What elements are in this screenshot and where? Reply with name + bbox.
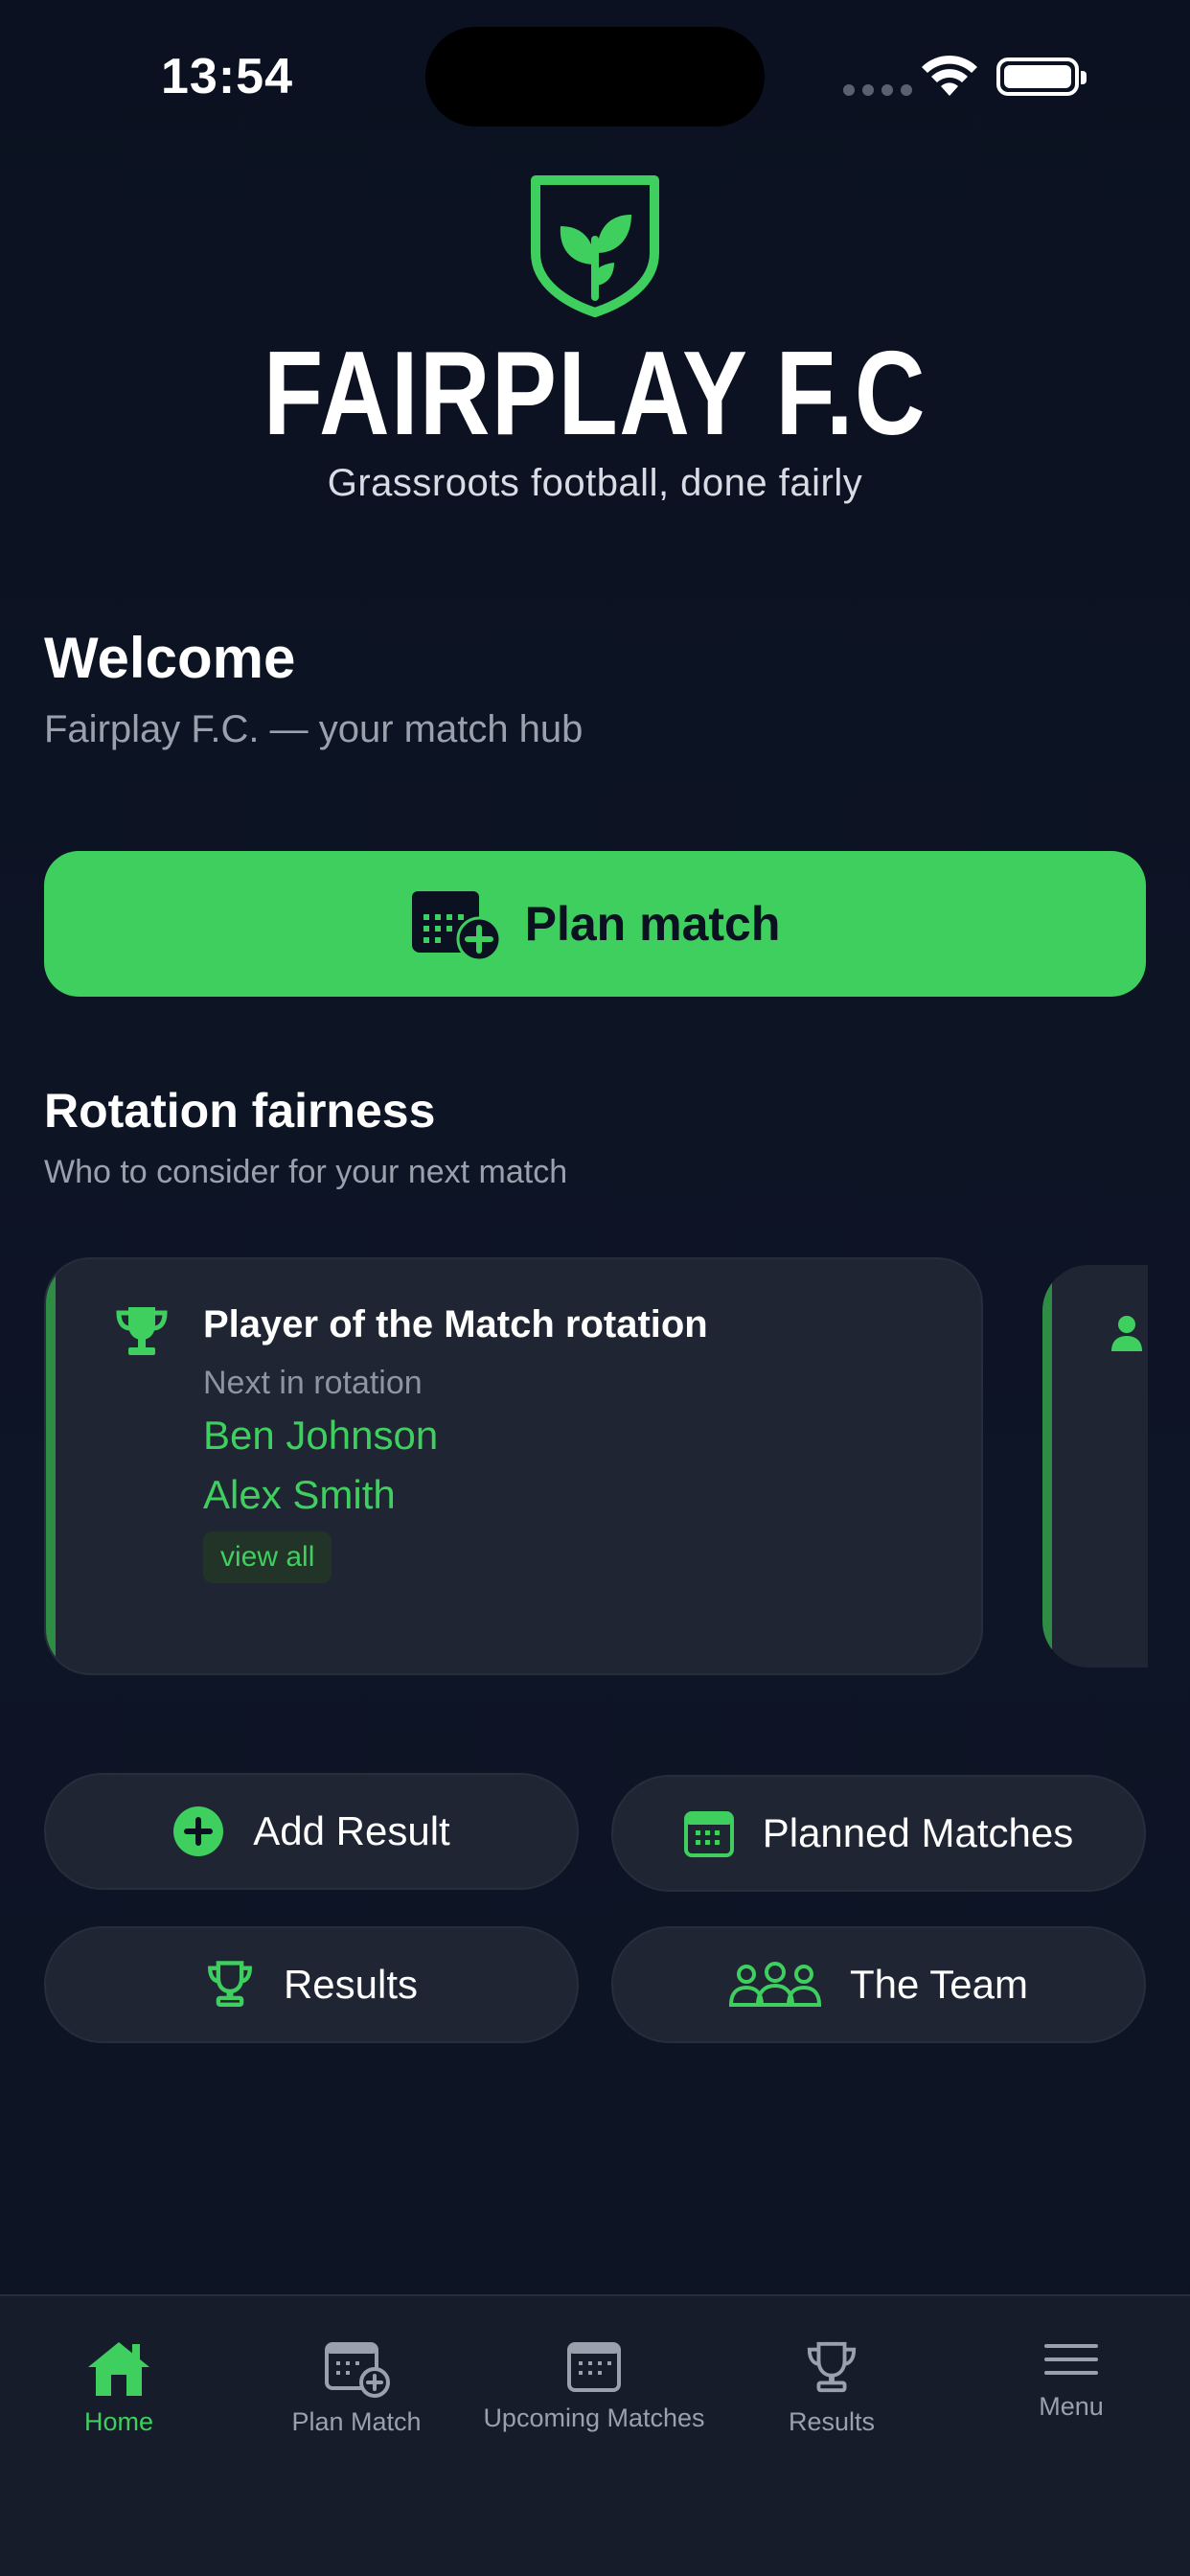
welcome-subtitle: Fairplay F.C. — your match hub	[44, 708, 584, 750]
plan-match-button[interactable]: Plan match	[44, 851, 1146, 997]
planned-matches-label: Planned Matches	[762, 1810, 1074, 1855]
tab-plan-match[interactable]: Plan Match	[238, 2338, 475, 2437]
rotation-title: Rotation fairness	[44, 1084, 436, 1138]
the-team-label: The Team	[850, 1962, 1028, 2007]
potm-rotation-card[interactable]: Player of the Match rotation Next in rot…	[44, 1257, 983, 1675]
card-title: Player of the Match rotation	[203, 1303, 708, 1346]
trophy-icon	[116, 1307, 168, 1355]
team-icon	[729, 1962, 821, 2007]
tab-upcoming-matches[interactable]: Upcoming Matches	[475, 2338, 713, 2433]
shield-leaf-logo-icon	[531, 175, 659, 317]
plan-match-label: Plan match	[524, 897, 781, 951]
card-accent-bar	[1042, 1265, 1052, 1668]
tab-label: Home	[83, 2407, 154, 2436]
calendar-plus-icon	[411, 891, 502, 962]
dynamic-island	[425, 27, 765, 126]
calendar-icon	[567, 2342, 621, 2392]
calendar-icon	[683, 1811, 734, 1857]
welcome-section: Welcome Fairplay F.C. — your match hub	[44, 625, 583, 751]
status-bar: 13:54	[0, 0, 1190, 153]
add-result-label: Add Result	[253, 1808, 450, 1853]
rotation-player: Alex Smith	[203, 1472, 396, 1517]
trophy-icon	[807, 2341, 857, 2393]
status-time: 13:54	[161, 49, 293, 104]
wifi-icon	[922, 55, 977, 96]
brand-title: FAIRPLAY F.C	[263, 328, 927, 460]
tab-label: Plan Match	[291, 2407, 422, 2436]
hamburger-icon	[1044, 2344, 1098, 2375]
results-label: Results	[283, 1962, 419, 2007]
plus-circle-icon	[173, 1806, 224, 1856]
cellular-signal-icon	[843, 84, 912, 96]
bottom-tab-bar: Home Plan Match Upcoming Matches Results	[0, 2294, 1190, 2576]
calendar-plus-icon	[325, 2342, 390, 2398]
tab-label: Results	[788, 2407, 876, 2436]
the-team-button[interactable]: The Team	[611, 1926, 1146, 2043]
rotation-subtitle: Who to consider for your next match	[44, 1154, 568, 1190]
home-icon	[88, 2342, 149, 2396]
view-all-button[interactable]: view all	[203, 1531, 332, 1583]
person-icon	[1111, 1316, 1142, 1351]
add-result-button[interactable]: Add Result	[44, 1773, 579, 1890]
battery-icon	[996, 58, 1087, 96]
trophy-icon	[208, 1961, 252, 2007]
results-button[interactable]: Results	[44, 1926, 579, 2043]
brand-header: FAIRPLAY F.C Grassroots football, done f…	[0, 172, 1190, 505]
rotation-player: Ben Johnson	[203, 1413, 439, 1458]
welcome-heading: Welcome	[44, 626, 296, 690]
brand-tagline: Grassroots football, done fairly	[327, 462, 863, 504]
tab-label: Menu	[1039, 2392, 1104, 2421]
tab-home[interactable]: Home	[0, 2338, 238, 2437]
tab-results[interactable]: Results	[713, 2338, 950, 2437]
next-in-rotation-label: Next in rotation	[203, 1365, 423, 1401]
tab-menu[interactable]: Menu	[952, 2338, 1190, 2422]
next-rotation-card[interactable]	[1042, 1265, 1148, 1668]
card-accent-bar	[46, 1259, 56, 1673]
planned-matches-button[interactable]: Planned Matches	[611, 1775, 1146, 1892]
tab-label: Upcoming Matches	[483, 2404, 705, 2432]
